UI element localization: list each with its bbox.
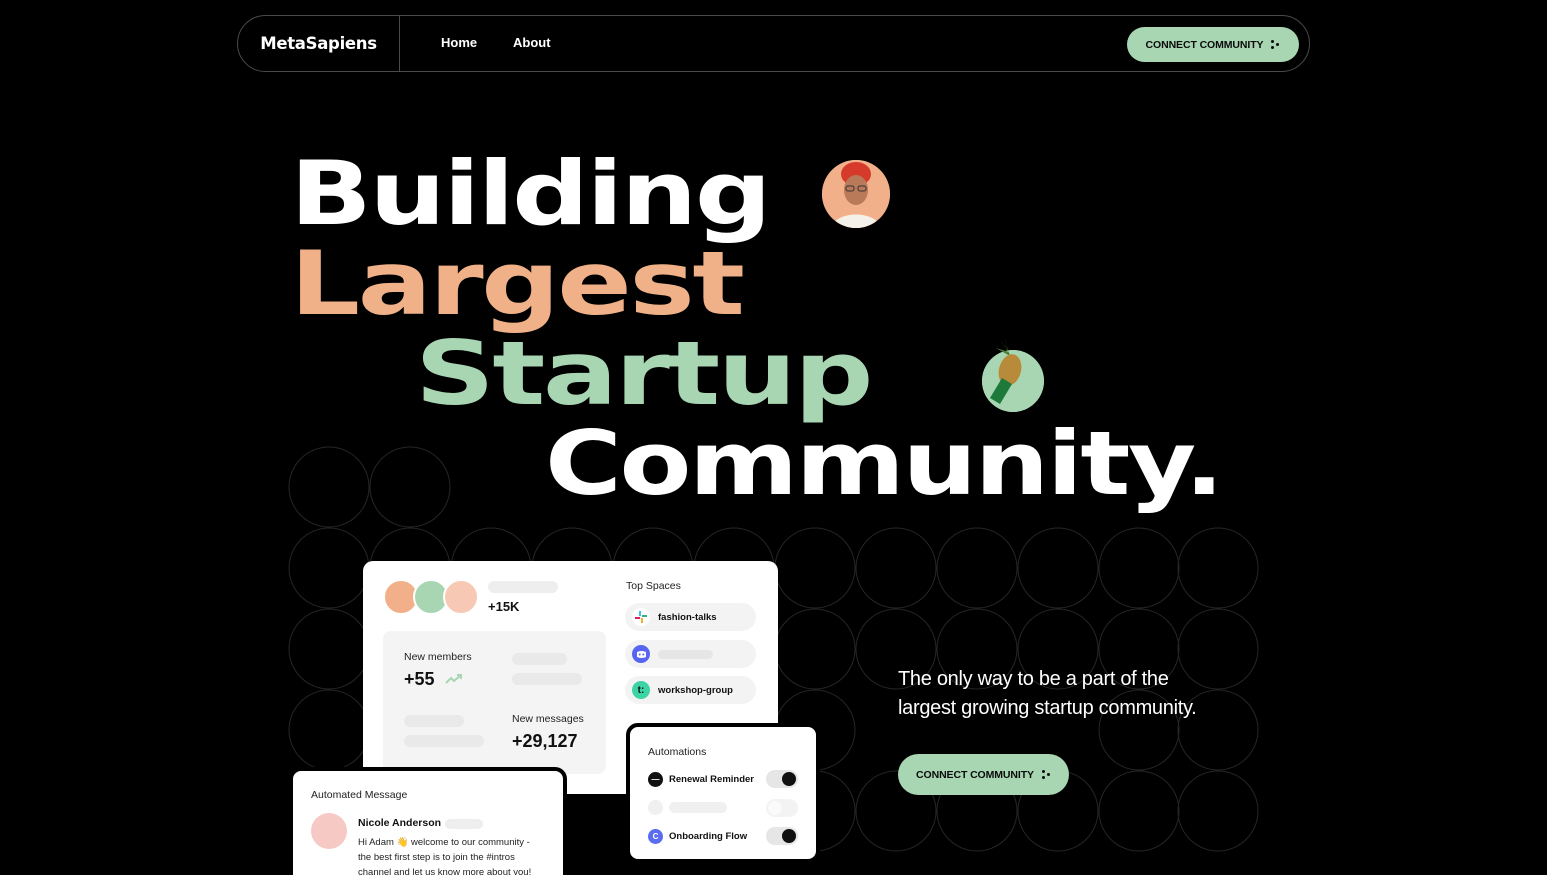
connect-community-button-nav[interactable]: CONNECT COMMUNITY: [1127, 27, 1299, 62]
notion-icon: —: [648, 772, 663, 787]
placeholder-bar: [512, 673, 582, 685]
hero-heading-line-1: Building: [290, 142, 772, 245]
calendly-icon: C: [648, 829, 663, 844]
placeholder-bar: [488, 581, 558, 593]
new-messages-value: +29,127: [512, 731, 578, 751]
brand-logo[interactable]: MetaSapiens: [238, 16, 400, 71]
automated-message-card: Automated Message Nicole Anderson Hi Ada…: [289, 767, 567, 875]
automation-row: [648, 800, 727, 815]
automations-card: Automations — Renewal Reminder C Onboard…: [626, 723, 820, 863]
top-navigation: MetaSapiens Home About CONNECT COMMUNITY: [237, 15, 1310, 72]
placeholder-bar: [404, 715, 464, 727]
new-messages-label: New messages: [512, 713, 584, 725]
sender-name: Nicole Anderson: [358, 817, 442, 829]
member-avatar-photo: [822, 160, 890, 228]
automation-label: Renewal Reminder: [669, 774, 754, 785]
cta-label: CONNECT COMMUNITY: [916, 768, 1034, 781]
arrow-dots-icon: [1041, 770, 1051, 779]
sender-avatar: [311, 813, 347, 849]
placeholder-bar: [669, 802, 727, 813]
stats-panel: New members +55 New messages +29,127: [383, 631, 606, 774]
hero-heading-line-2: Largest: [290, 232, 745, 335]
member-avatar: [443, 579, 479, 615]
automations-title: Automations: [648, 746, 707, 758]
space-item-discord[interactable]: [625, 640, 756, 668]
placeholder-bar: [404, 735, 484, 747]
automation-row: C Onboarding Flow: [648, 829, 747, 844]
message-text: Hi Adam 👋 welcome to our community - the…: [358, 837, 532, 875]
placeholder-bar: [658, 649, 713, 659]
pineapple-hand-image: [982, 336, 1044, 412]
hero-heading-line-3: Startup: [415, 322, 874, 425]
automation-label: Onboarding Flow: [669, 831, 748, 842]
new-members-value: +55: [404, 669, 435, 689]
tribe-icon: t:: [632, 681, 650, 699]
placeholder-icon: [648, 800, 663, 815]
connect-community-button[interactable]: CONNECT COMMUNITY: [898, 754, 1069, 795]
space-label: workshop-group: [658, 684, 733, 696]
member-avatars: [383, 579, 479, 615]
hero-tagline: The only way to be a part of the largest…: [898, 668, 1197, 719]
new-members-label: New members: [404, 651, 472, 663]
nav-link-about[interactable]: About: [513, 35, 551, 50]
automation-row: — Renewal Reminder: [648, 772, 754, 787]
slack-icon: [632, 608, 650, 626]
space-item-workshop-group[interactable]: t: workshop-group: [625, 676, 756, 704]
placeholder-bar: [445, 819, 483, 829]
discord-icon: [632, 645, 650, 663]
automated-message-title: Automated Message: [311, 789, 408, 801]
arrow-dots-icon: [1271, 40, 1280, 49]
top-spaces-title: Top Spaces: [626, 580, 681, 592]
space-label: fashion-talks: [658, 611, 717, 623]
onboarding-flow-toggle[interactable]: [766, 827, 798, 845]
trend-up-icon: [445, 674, 462, 684]
member-count: +15K: [488, 599, 520, 614]
hero-heading-line-4: Community.: [545, 412, 1224, 515]
renewal-reminder-toggle[interactable]: [766, 770, 798, 788]
nav-link-home[interactable]: Home: [441, 35, 477, 50]
placeholder-bar: [512, 653, 567, 665]
disabled-toggle[interactable]: [766, 799, 798, 817]
space-item-fashion-talks[interactable]: fashion-talks: [625, 603, 756, 631]
cta-label: CONNECT COMMUNITY: [1145, 38, 1264, 51]
